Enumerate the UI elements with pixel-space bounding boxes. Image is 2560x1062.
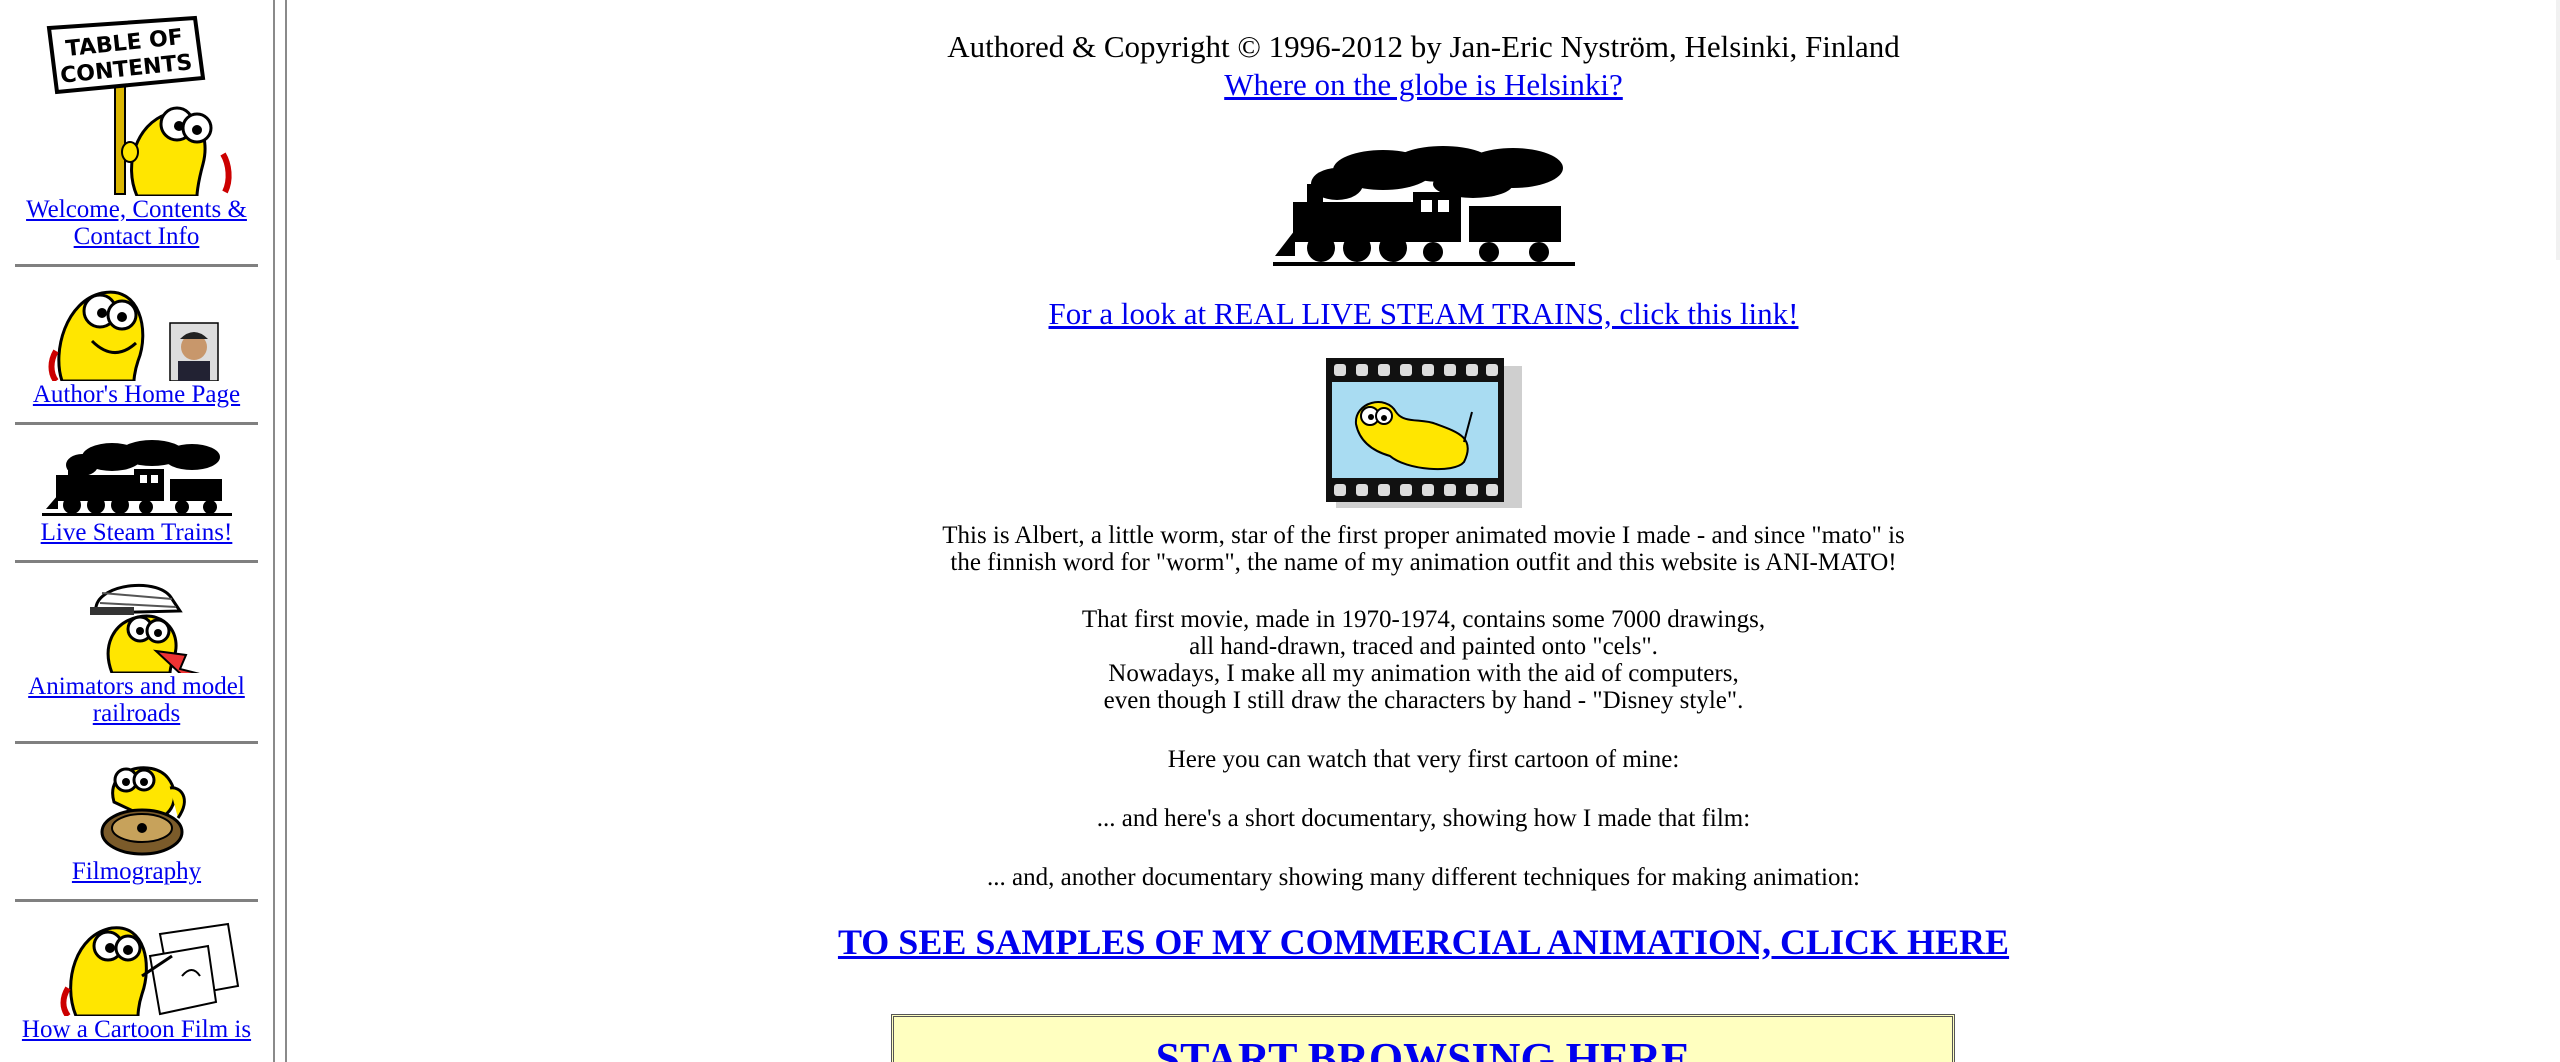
movie-description-line: all hand-drawn, traced and painted onto … bbox=[1189, 633, 1658, 660]
sidebar-item-author-home[interactable]: Author's Home Page bbox=[0, 281, 273, 408]
sidebar-item-animators-railroads[interactable]: Animators and model railroads bbox=[0, 577, 273, 727]
sidebar-frame[interactable]: TABLE OF CONTENTS Welcome, Contents & Co… bbox=[0, 0, 273, 1062]
worm-engineer-cap-icon[interactable] bbox=[42, 577, 232, 673]
sidebar-item-label[interactable]: Welcome, Contents & Contact Info bbox=[12, 196, 262, 250]
sidebar-item-welcome[interactable]: TABLE OF CONTENTS Welcome, Contents & Co… bbox=[0, 14, 273, 250]
steam-trains-link[interactable]: For a look at REAL LIVE STEAM TRAINS, cl… bbox=[1049, 296, 1799, 332]
sidebar-item-steam-trains[interactable]: Live Steam Trains! bbox=[0, 439, 273, 546]
sidebar-item-label[interactable]: Live Steam Trains! bbox=[12, 519, 262, 546]
steam-train-icon[interactable] bbox=[41, 439, 232, 519]
start-browsing-link[interactable]: START BROWSING HERE bbox=[894, 1029, 1952, 1062]
worm-with-author-photo-icon[interactable] bbox=[42, 281, 232, 381]
movie-description-line: Nowadays, I make all my animation with t… bbox=[1108, 660, 1739, 687]
worm-drawing-icon[interactable] bbox=[32, 916, 242, 1016]
sidebar-item-label[interactable]: How a Cartoon Film is bbox=[12, 1016, 262, 1043]
albert-description-line: This is Albert, a little worm, star of t… bbox=[942, 522, 1905, 549]
main-frame[interactable]: Authored & Copyright © 1996-2012 by Jan-… bbox=[287, 0, 2560, 1062]
divider bbox=[15, 741, 258, 744]
documentary-text: ... and here's a short documentary, show… bbox=[1096, 805, 1751, 832]
divider bbox=[15, 899, 258, 902]
divider bbox=[15, 560, 258, 563]
techniques-documentary-text: ... and, another documentary showing man… bbox=[987, 864, 1860, 891]
sidebar-item-how-cartoon[interactable]: How a Cartoon Film is bbox=[0, 916, 273, 1043]
start-browsing-box[interactable]: START BROWSING HERE bbox=[891, 1014, 1955, 1062]
globe-link[interactable]: Where on the globe is Helsinki? bbox=[1224, 66, 1623, 104]
movie-description-line: That first movie, made in 1970-1974, con… bbox=[1081, 606, 1766, 633]
watch-cartoon-text: Here you can watch that very first carto… bbox=[1167, 746, 1680, 773]
scrollbar-edge[interactable] bbox=[2556, 0, 2560, 260]
worm-film-reel-icon[interactable] bbox=[42, 758, 232, 858]
frame-divider[interactable] bbox=[273, 0, 287, 1062]
divider bbox=[15, 264, 258, 267]
sidebar-item-label[interactable]: Animators and model railroads bbox=[12, 673, 262, 727]
steam-train-icon[interactable] bbox=[1272, 144, 1575, 268]
sidebar-item-label[interactable]: Filmography bbox=[12, 858, 262, 885]
commercial-animation-link[interactable]: TO SEE SAMPLES OF MY COMMERCIAL ANIMATIO… bbox=[838, 921, 2009, 963]
albert-description-line: the finnish word for "worm", the name of… bbox=[950, 549, 1897, 576]
movie-description-line: even though I still draw the characters … bbox=[1103, 687, 1744, 714]
divider bbox=[15, 422, 258, 425]
table-of-contents-sign-icon[interactable]: TABLE OF CONTENTS bbox=[27, 14, 247, 196]
copyright-text: Authored & Copyright © 1996-2012 by Jan-… bbox=[947, 29, 1900, 64]
sidebar-item-filmography[interactable]: Filmography bbox=[0, 758, 273, 885]
sidebar-item-label[interactable]: Author's Home Page bbox=[12, 381, 262, 408]
albert-film-strip-icon[interactable] bbox=[1325, 358, 1522, 508]
